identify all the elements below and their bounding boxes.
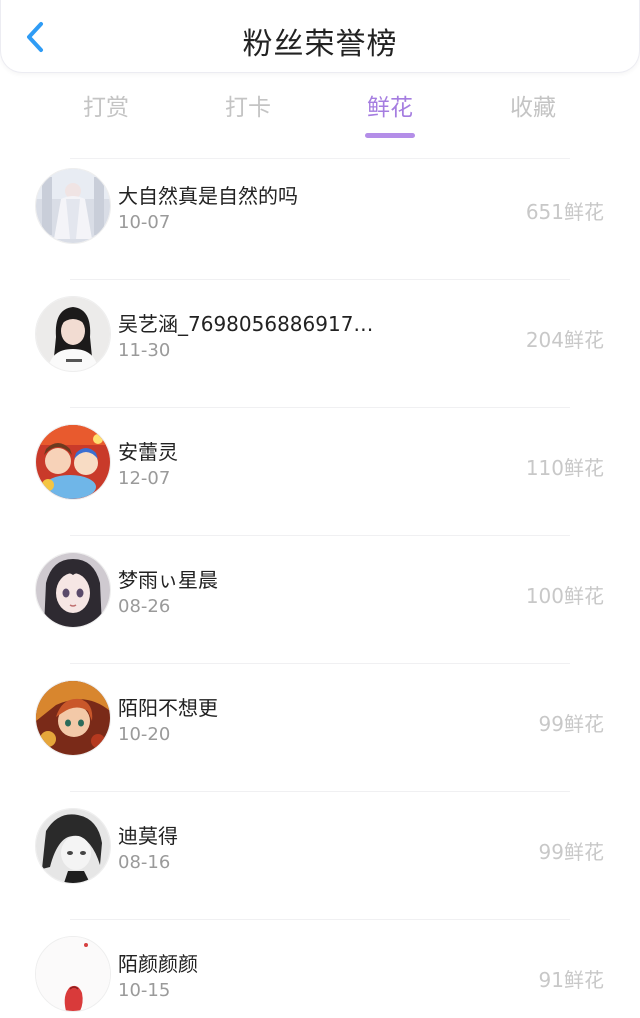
fan-name: 大自然真是自然的吗 [118, 184, 298, 208]
fan-date: 08-26 [118, 596, 171, 617]
fan-name: 迪莫得 [118, 824, 178, 848]
flower-count: 100鲜花 [525, 584, 604, 608]
fan-name: 吴艺涵_7698056886917… [118, 312, 374, 336]
tab-checkin[interactable]: 打卡 [198, 88, 298, 122]
fan-date: 12-07 [118, 468, 171, 489]
avatar[interactable] [35, 936, 111, 1012]
avatar[interactable] [35, 680, 111, 756]
active-tab-indicator [365, 133, 415, 138]
tab-favorites[interactable]: 收藏 [483, 88, 583, 122]
avatar[interactable] [35, 296, 111, 372]
tab-reward[interactable]: 打赏 [56, 88, 156, 122]
list-item[interactable]: 陌阳不想更 10-20 99鲜花 [0, 664, 640, 792]
fan-name: 梦雨ぃ星晨 [118, 568, 218, 592]
list-item[interactable]: 吴艺涵_7698056886917… 11-30 204鲜花 [0, 280, 640, 408]
fan-name: 陌颜颜颜 [118, 952, 198, 976]
avatar[interactable] [35, 552, 111, 628]
flower-count: 204鲜花 [525, 328, 604, 352]
list-item[interactable]: 梦雨ぃ星晨 08-26 100鲜花 [0, 536, 640, 664]
avatar[interactable] [35, 168, 111, 244]
flower-count: 99鲜花 [538, 840, 604, 864]
tab-flowers-label: 鲜花 [367, 95, 413, 121]
fans-honor-page: 粉丝荣誉榜 打赏 打卡 鲜花 收藏 大自然真是自然的吗 10-07 651鲜花 … [0, 0, 640, 1018]
avatar[interactable] [35, 808, 111, 884]
flower-count: 110鲜花 [525, 456, 604, 480]
flower-count: 651鲜花 [525, 200, 604, 224]
fan-date: 08-16 [118, 852, 171, 873]
fan-date: 10-15 [118, 980, 171, 1001]
list-item[interactable]: 安蕾灵 12-07 110鲜花 [0, 408, 640, 536]
page-title: 粉丝荣誉榜 [242, 27, 398, 62]
list-item[interactable]: 陌颜颜颜 10-15 91鲜花 [0, 920, 640, 1018]
fan-date: 10-20 [118, 724, 171, 745]
fan-date: 11-30 [118, 340, 171, 361]
list-item[interactable]: 大自然真是自然的吗 10-07 651鲜花 [0, 152, 640, 280]
fan-name: 陌阳不想更 [118, 696, 218, 720]
tab-bar: 打赏 打卡 鲜花 收藏 [0, 88, 640, 142]
list-item[interactable]: 迪莫得 08-16 99鲜花 [0, 792, 640, 920]
avatar[interactable] [35, 424, 111, 500]
fan-date: 10-07 [118, 212, 171, 233]
flower-count: 99鲜花 [538, 712, 604, 736]
top-bar: 粉丝荣誉榜 [0, 0, 640, 73]
tab-flowers[interactable]: 鲜花 [340, 88, 440, 138]
flower-count: 91鲜花 [538, 968, 604, 992]
fan-name: 安蕾灵 [118, 440, 178, 464]
